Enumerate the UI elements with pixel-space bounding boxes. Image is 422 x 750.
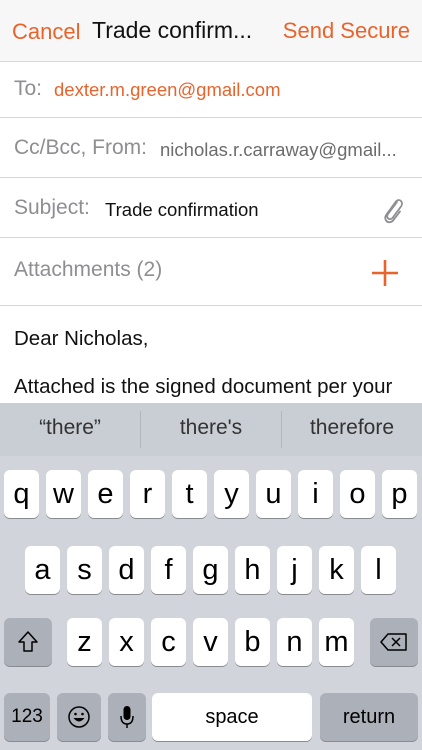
key-h[interactable]: h <box>235 546 270 594</box>
numbers-key[interactable]: 123 <box>4 693 50 741</box>
key-r[interactable]: r <box>130 470 165 518</box>
key-g[interactable]: g <box>193 546 228 594</box>
dictation-key[interactable] <box>108 693 146 741</box>
emoji-key[interactable] <box>57 693 101 741</box>
key-c[interactable]: c <box>151 618 186 666</box>
delete-key[interactable] <box>370 618 418 666</box>
page-title: Trade confirm... <box>92 17 253 43</box>
key-t[interactable]: t <box>172 470 207 518</box>
from-address[interactable]: nicholas.r.carraway@gmail... <box>160 139 412 161</box>
message-body-line[interactable]: Dear Nicholas, <box>14 327 148 351</box>
key-w[interactable]: w <box>46 470 81 518</box>
key-o[interactable]: o <box>340 470 375 518</box>
to-label: To: <box>14 77 43 100</box>
suggestion-item[interactable]: there's <box>141 403 281 456</box>
subject-label: Subject: <box>14 196 90 219</box>
attachments-row[interactable]: Attachments (2) <box>0 238 422 306</box>
space-key[interactable]: space <box>152 693 312 741</box>
key-q[interactable]: q <box>4 470 39 518</box>
key-y[interactable]: y <box>214 470 249 518</box>
key-m[interactable]: m <box>319 618 354 666</box>
suggestion-item[interactable]: therefore <box>282 403 422 456</box>
keyboard: “there” there's therefore q w e r t y u … <box>0 403 422 750</box>
key-a[interactable]: a <box>25 546 60 594</box>
key-i[interactable]: i <box>298 470 333 518</box>
nav-bar: Cancel Trade confirm... Send Secure <box>0 0 422 62</box>
key-x[interactable]: x <box>109 618 144 666</box>
key-j[interactable]: j <box>277 546 312 594</box>
delete-icon <box>380 633 407 651</box>
emoji-icon <box>68 706 90 728</box>
key-e[interactable]: e <box>88 470 123 518</box>
suggestion-bar: “there” there's therefore <box>0 403 422 456</box>
microphone-icon <box>120 706 134 728</box>
plus-icon[interactable] <box>371 259 399 287</box>
key-d[interactable]: d <box>109 546 144 594</box>
key-z[interactable]: z <box>67 618 102 666</box>
cc-bcc-label: Cc/Bcc, From: <box>14 136 148 159</box>
to-row[interactable]: To: dexter.m.green@gmail.com <box>0 62 422 118</box>
shift-icon <box>18 631 38 652</box>
cancel-button[interactable]: Cancel <box>12 19 80 45</box>
suggestion-item[interactable]: “there” <box>0 403 140 456</box>
key-p[interactable]: p <box>382 470 417 518</box>
key-s[interactable]: s <box>67 546 102 594</box>
cc-bcc-row[interactable]: Cc/Bcc, From: nicholas.r.carraway@gmail.… <box>0 118 422 178</box>
subject-field[interactable]: Trade confirmation <box>105 199 259 221</box>
to-recipient[interactable]: dexter.m.green@gmail.com <box>54 79 280 101</box>
message-body-line[interactable]: Attached is the signed document per your <box>14 375 414 399</box>
key-b[interactable]: b <box>235 618 270 666</box>
subject-row[interactable]: Subject: Trade confirmation <box>0 178 422 238</box>
return-key[interactable]: return <box>320 693 418 741</box>
key-u[interactable]: u <box>256 470 291 518</box>
shift-key[interactable] <box>4 618 52 666</box>
key-n[interactable]: n <box>277 618 312 666</box>
key-k[interactable]: k <box>319 546 354 594</box>
key-l[interactable]: l <box>361 546 396 594</box>
key-v[interactable]: v <box>193 618 228 666</box>
send-secure-button[interactable]: Send Secure <box>283 18 410 44</box>
paperclip-icon[interactable] <box>380 194 406 224</box>
attachments-label: Attachments (2) <box>14 258 163 281</box>
key-f[interactable]: f <box>151 546 186 594</box>
